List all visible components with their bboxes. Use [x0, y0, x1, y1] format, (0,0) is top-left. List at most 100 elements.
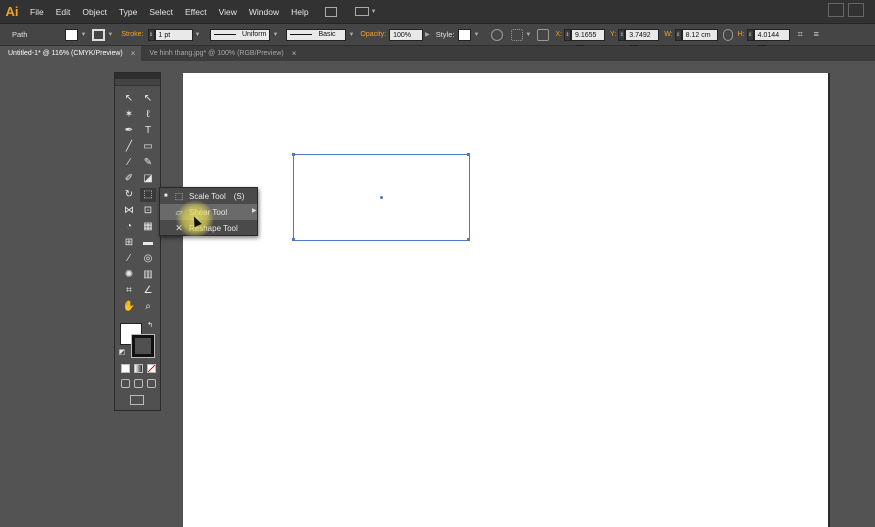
tab-untitled-1[interactable]: Untitled-1* @ 116% (CMYK/Preview) × [0, 46, 142, 61]
chevron-down-icon[interactable]: ▼ [473, 32, 479, 38]
menu-window[interactable]: Window [243, 0, 285, 24]
stroke-weight-field[interactable]: 1 pt [154, 28, 193, 41]
none-mode-icon[interactable] [147, 364, 156, 373]
hand-tool-icon[interactable]: ✋ [121, 300, 137, 314]
selection-handle[interactable] [467, 238, 470, 241]
stroke-stepper[interactable]: ⇕ [147, 28, 155, 41]
swap-icon[interactable]: ↰ [145, 319, 155, 333]
opacity-label[interactable]: Opacity: [360, 31, 386, 38]
scale-tool-icon[interactable]: ⬚ [140, 188, 156, 202]
slice-tool-icon[interactable]: ∠ [140, 284, 156, 298]
chevron-down-icon[interactable]: ▼ [525, 32, 531, 38]
draw-behind-icon[interactable] [134, 379, 143, 388]
selection-handle[interactable] [292, 238, 295, 241]
eraser-tool-icon[interactable]: ◪ [140, 172, 156, 186]
menu-help[interactable]: Help [285, 0, 314, 24]
chevron-down-icon[interactable]: ▼ [107, 32, 113, 38]
stroke-swatch[interactable] [92, 28, 106, 41]
direct-selection-tool-icon[interactable]: ↖ [140, 92, 156, 106]
selection-handle[interactable] [467, 153, 470, 156]
graphic-style-swatch[interactable] [458, 28, 472, 41]
brush-definition[interactable]: Basic [286, 28, 347, 41]
tab-ve-hinh-thang[interactable]: Ve hinh thang.jpg* @ 100% (RGB/Preview) … [141, 46, 302, 61]
magic-wand-tool-icon[interactable]: ✶ [121, 108, 137, 122]
menu-object[interactable]: Object [76, 0, 113, 24]
chevron-down-icon[interactable]: ▼ [348, 32, 354, 38]
line-tool-icon[interactable]: ╱ [121, 140, 137, 154]
maximize-icon[interactable] [848, 3, 864, 17]
constrain-link-icon[interactable] [722, 28, 733, 41]
artboard-tool-icon[interactable]: ⌗ [121, 284, 137, 298]
draw-normal-icon[interactable] [121, 379, 130, 388]
menu-type[interactable]: Type [113, 0, 143, 24]
chevron-down-icon[interactable]: ▼ [195, 32, 201, 38]
paintbrush-tool-icon[interactable]: ∕ [121, 156, 137, 170]
gradient-tool-icon[interactable]: ▬ [140, 236, 156, 250]
selection-handle[interactable] [292, 153, 295, 156]
type-tool-icon[interactable]: T [140, 124, 156, 138]
pencil-tool-icon[interactable]: ✎ [140, 156, 156, 170]
menu-effect[interactable]: Effect [179, 0, 213, 24]
column-graph-tool-icon[interactable]: ▥ [140, 268, 156, 282]
reference-point-icon[interactable] [537, 28, 550, 41]
recolor-artwork-icon[interactable] [491, 28, 504, 41]
rectangle-tool-icon[interactable]: ▭ [140, 140, 156, 154]
h-label: H: [737, 31, 745, 38]
shape-builder-tool-icon[interactable]: ◔ [121, 220, 137, 234]
menu-view[interactable]: View [213, 0, 243, 24]
w-stepper[interactable]: ⇕ [674, 28, 682, 41]
flyout-item-reshape-tool[interactable]: ✕ Reshape Tool [160, 220, 257, 236]
chevron-down-icon[interactable]: ▶ [425, 31, 430, 38]
h-stepper[interactable]: ⇕ [746, 28, 754, 41]
draw-inside-icon[interactable] [147, 379, 156, 388]
bridge-icon[interactable] [324, 6, 337, 17]
flyout-item-scale-tool[interactable]: ■ ⬚ Scale Tool (S) [160, 188, 257, 204]
screen-mode-icon[interactable] [130, 395, 144, 405]
perspective-grid-tool-icon[interactable]: ▦ [140, 220, 156, 234]
pen-tool-icon[interactable]: ✒ [121, 124, 137, 138]
panel-grip[interactable] [115, 79, 160, 86]
x-stepper[interactable]: ⇕ [564, 28, 571, 41]
eyedropper-tool-icon[interactable]: ⁄ [121, 252, 137, 266]
chevron-down-icon[interactable]: ▼ [80, 32, 86, 38]
menu-edit[interactable]: Edit [50, 0, 77, 24]
stroke-label[interactable]: Stroke: [121, 31, 143, 38]
width-tool-icon[interactable]: ⋈ [121, 204, 137, 218]
w-field[interactable]: 8.12 cm [681, 28, 718, 41]
blob-brush-tool-icon[interactable]: ✐ [121, 172, 137, 186]
mesh-tool-icon[interactable]: ⊞ [121, 236, 137, 250]
panel-menu-icon[interactable]: ≡ [814, 29, 826, 41]
zoom-tool-icon[interactable]: ⌕ [140, 300, 156, 314]
arrange-documents-icon[interactable] [354, 7, 369, 16]
y-field[interactable]: 3.7492 cm [625, 28, 660, 51]
x-field[interactable]: 9.1655 cm [571, 28, 605, 51]
tearoff-arrow-icon[interactable]: ▶ [252, 207, 257, 214]
rotate-tool-icon[interactable]: ↻ [121, 188, 137, 202]
y-stepper[interactable]: ⇕ [618, 28, 626, 41]
opacity-field[interactable]: 100% [389, 28, 424, 41]
artboard[interactable] [183, 73, 828, 527]
lasso-tool-icon[interactable]: ℓ [140, 108, 156, 122]
gradient-mode-icon[interactable] [134, 364, 143, 373]
close-icon[interactable]: × [131, 46, 136, 61]
chevron-down-icon[interactable]: ▼ [371, 9, 377, 15]
default-colors-icon[interactable]: ◩ [117, 346, 127, 360]
symbol-sprayer-tool-icon[interactable]: ✺ [121, 268, 137, 282]
variable-width-profile[interactable]: Uniform [210, 28, 271, 41]
w-label: W: [664, 31, 673, 38]
close-icon[interactable]: × [292, 46, 297, 61]
transform-icon[interactable]: ⌗ [798, 29, 810, 41]
selection-tool-icon[interactable]: ↖ [121, 92, 137, 106]
menu-select[interactable]: Select [143, 0, 179, 24]
free-transform-tool-icon[interactable]: ⊡ [140, 204, 156, 218]
flyout-item-shear-tool[interactable]: ▱ Shear Tool [160, 204, 257, 220]
minimize-icon[interactable] [828, 3, 844, 17]
fill-swatch[interactable] [65, 28, 79, 41]
align-icon[interactable] [511, 28, 524, 41]
h-field[interactable]: 4.0144 cm [753, 28, 790, 51]
chevron-down-icon[interactable]: ▼ [272, 32, 278, 38]
color-mode-icon[interactable] [121, 364, 130, 373]
menu-file[interactable]: File [24, 0, 50, 24]
stroke-color-box[interactable] [131, 334, 155, 358]
blend-tool-icon[interactable]: ◎ [140, 252, 156, 266]
